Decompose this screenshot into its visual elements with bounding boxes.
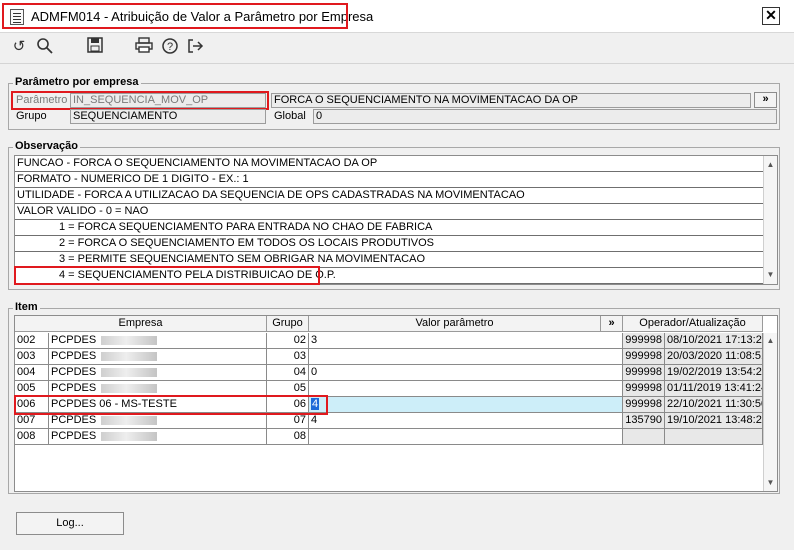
cell-empresa-text: PCPDES: [51, 414, 97, 426]
cell-grupo: 03: [267, 349, 309, 365]
cell-empresa-text: PCPDES: [51, 366, 97, 378]
cell-operador: [623, 429, 665, 445]
cell-empresa: PCPDES: [49, 333, 267, 349]
column-expand-button[interactable]: »: [601, 316, 623, 332]
cell-operador: 999998: [623, 333, 665, 349]
cell-atualizacao: 19/02/2019 13:54:29: [665, 365, 763, 381]
cell-grupo: 04: [267, 365, 309, 381]
cell-operador: 999998: [623, 381, 665, 397]
log-button[interactable]: Log...: [16, 512, 124, 535]
observacao-legend: Observação: [13, 140, 80, 152]
cell-operador: 999998: [623, 365, 665, 381]
table-row[interactable]: 004 PCPDES 04 0 999998 19/02/2019 13:54:…: [15, 365, 763, 381]
toolbar: ↺ ?: [0, 33, 794, 64]
global-field[interactable]: 0: [313, 109, 777, 124]
parametro-legend: Parâmetro por empresa: [13, 76, 141, 88]
cell-valor[interactable]: 0: [309, 365, 623, 381]
column-header-empresa[interactable]: Empresa: [15, 316, 267, 332]
help-icon[interactable]: ?: [160, 37, 180, 57]
redacted-mask: [101, 367, 158, 377]
cell-atualizacao: [665, 429, 763, 445]
cell-valor-editing[interactable]: 4: [309, 397, 623, 413]
cell-empresa: PCPDES: [49, 413, 267, 429]
item-scrollbar[interactable]: ▲ ▼: [763, 333, 777, 491]
search-icon[interactable]: [35, 37, 55, 57]
cell-atualizacao: 19/10/2021 13:48:20: [665, 413, 763, 429]
title-bar: ADMFM014 - Atribuição de Valor a Parâmet…: [0, 0, 794, 33]
scroll-down-icon[interactable]: ▼: [764, 268, 777, 281]
cell-grupo: 07: [267, 413, 309, 429]
table-row[interactable]: 007 PCPDES 07 4 135790 19/10/2021 13:48:…: [15, 413, 763, 429]
column-header-valor[interactable]: Valor parâmetro: [309, 316, 601, 332]
redacted-mask: [101, 415, 158, 425]
undo-icon[interactable]: ↺: [9, 37, 29, 57]
redacted-mask: [101, 383, 158, 393]
cell-empresa: PCPDES: [49, 429, 267, 445]
parametro-highlight-box: [11, 91, 269, 110]
observacao-line: 2 = FORCA O SEQUENCIAMENTO EM TODOS OS L…: [15, 236, 764, 252]
scroll-up-icon[interactable]: ▲: [764, 334, 777, 347]
cell-grupo: 02: [267, 333, 309, 349]
observacao-line: FORMATO - NUMERICO DE 1 DIGITO - EX.: 1: [15, 172, 764, 188]
cell-operador: 999998: [623, 349, 665, 365]
table-row[interactable]: 002 PCPDES 02 3 999998 08/10/2021 17:13:…: [15, 333, 763, 349]
redacted-mask: [101, 431, 158, 441]
column-header-grupo[interactable]: Grupo: [267, 316, 309, 332]
cell-codigo: 002: [15, 333, 49, 349]
parametro-description: FORCA O SEQUENCIAMENTO NA MOVIMENTACAO D…: [271, 93, 751, 108]
cell-valor[interactable]: [309, 429, 623, 445]
cell-codigo: 008: [15, 429, 49, 445]
observacao-highlight-box: [14, 266, 320, 285]
exit-icon[interactable]: [185, 37, 205, 57]
cell-empresa: PCPDES: [49, 349, 267, 365]
global-label: Global: [274, 110, 306, 122]
cell-valor[interactable]: [309, 349, 623, 365]
title-highlight-box: [2, 3, 348, 29]
cell-empresa-text: PCPDES: [51, 334, 97, 346]
redacted-mask: [101, 335, 158, 345]
table-row[interactable]: 003 PCPDES 03 999998 20/03/2020 11:08:51: [15, 349, 763, 365]
save-icon[interactable]: [85, 37, 105, 57]
cell-operador: 135790: [623, 413, 665, 429]
observacao-scrollbar[interactable]: ▲ ▼: [763, 156, 777, 284]
scroll-up-icon[interactable]: ▲: [764, 158, 777, 171]
expand-description-button[interactable]: »: [754, 92, 777, 108]
table-row[interactable]: 008 PCPDES 08: [15, 429, 763, 445]
cell-codigo: 003: [15, 349, 49, 365]
print-icon[interactable]: [134, 37, 154, 57]
observacao-line: 1 = FORCA SEQUENCIAMENTO PARA ENTRADA NO…: [15, 220, 764, 236]
cell-atualizacao: 01/11/2019 13:41:24: [665, 381, 763, 397]
cell-empresa: PCPDES: [49, 365, 267, 381]
cell-valor[interactable]: 3: [309, 333, 623, 349]
item-row-highlight-box: [14, 395, 328, 415]
scroll-down-icon[interactable]: ▼: [764, 476, 777, 489]
item-legend: Item: [13, 301, 40, 313]
cell-atualizacao: 22/10/2021 11:30:50: [665, 397, 763, 413]
cell-atualizacao: 20/03/2020 11:08:51: [665, 349, 763, 365]
redacted-mask: [101, 351, 158, 361]
cell-empresa-text: PCPDES: [51, 382, 97, 394]
close-button[interactable]: ✕: [762, 7, 780, 25]
grupo-field[interactable]: SEQUENCIAMENTO: [70, 109, 266, 124]
cell-valor[interactable]: [309, 381, 623, 397]
cell-codigo: 004: [15, 365, 49, 381]
cell-operador: 999998: [623, 397, 665, 413]
column-header-operador[interactable]: Operador/Atualização: [623, 316, 763, 332]
observacao-line: FUNCAO - FORCA O SEQUENCIAMENTO NA MOVIM…: [15, 156, 764, 172]
cell-codigo: 007: [15, 413, 49, 429]
cell-empresa-text: PCPDES: [51, 350, 97, 362]
observacao-line: UTILIDADE - FORCA A UTILIZACAO DA SEQUEN…: [15, 188, 764, 204]
cell-grupo: 08: [267, 429, 309, 445]
svg-text:?: ?: [167, 41, 173, 53]
observacao-line: VALOR VALIDO - 0 = NAO: [15, 204, 764, 220]
cell-empresa-text: PCPDES: [51, 430, 97, 442]
grupo-label: Grupo: [16, 110, 47, 122]
cell-valor[interactable]: 4: [309, 413, 623, 429]
cell-atualizacao: 08/10/2021 17:13:25: [665, 333, 763, 349]
